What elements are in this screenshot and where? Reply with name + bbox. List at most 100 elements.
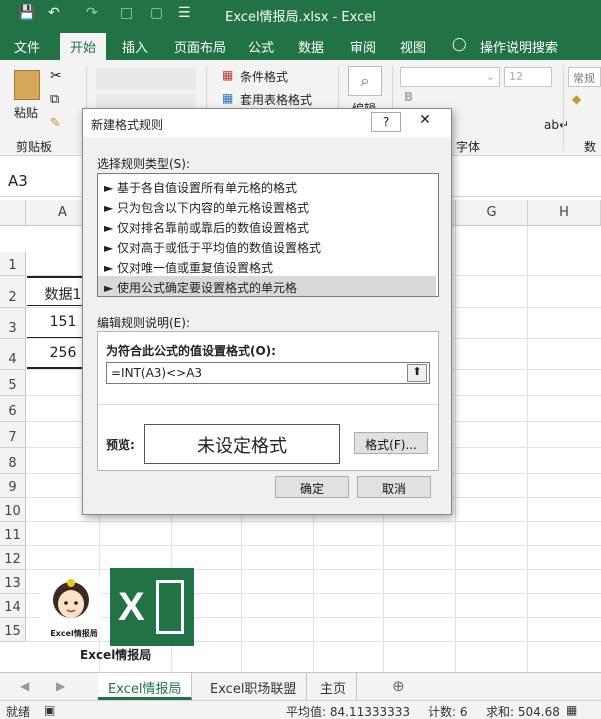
row-header[interactable]: 13 — [0, 570, 26, 594]
tab-file[interactable]: 文件 — [14, 37, 40, 56]
row-header[interactable]: 5 — [0, 370, 26, 396]
tab-home[interactable]: 开始 — [60, 33, 107, 60]
title-bar: 💾 ↶ ↷ □ ▢ ☰ Excel情报局.xlsx - Excel — [0, 0, 601, 30]
logo-caption-small: Excel情报局 — [50, 629, 98, 638]
conditional-format-icon: ▦ — [222, 68, 234, 82]
logo-caption: Excel情报局 — [80, 648, 152, 662]
window-title: Excel情报局.xlsx - Excel — [225, 10, 376, 25]
rule-type-item[interactable]: ► 只为包含以下内容的单元格设置格式 — [98, 196, 436, 216]
collapse-dialog-icon[interactable]: ⬆ — [407, 364, 427, 382]
row-header[interactable]: 8 — [0, 448, 26, 474]
row-header[interactable]: 9 — [0, 474, 26, 498]
tab-view[interactable]: 视图 — [400, 37, 426, 56]
row-header[interactable]: 3 — [0, 308, 26, 339]
row-header[interactable]: 4 — [0, 339, 26, 370]
row-header[interactable]: 15 — [0, 618, 26, 642]
format-as-table-button[interactable]: 套用表格格式 — [240, 91, 312, 108]
format-button[interactable]: 格式(F)... — [354, 432, 428, 454]
row-header[interactable]: 1 — [0, 252, 26, 276]
paste-icon[interactable] — [14, 70, 40, 100]
currency-icon[interactable]: ◆ — [572, 92, 581, 106]
row-header[interactable]: 7 — [0, 422, 26, 448]
grid-column-line — [527, 226, 528, 672]
status-count: 计数: 6 — [428, 705, 468, 719]
format-painter-icon[interactable]: ✎ — [50, 116, 61, 131]
ribbon-tab-bar: 文件 开始 插入 页面布局 公式 数据 审阅 视图 ◯ 操作说明搜索 — [0, 30, 601, 60]
name-box[interactable]: A3 — [0, 167, 85, 197]
grid-column-line — [455, 226, 456, 672]
formula-label: 为符合此公式的值设置格式(O): — [106, 344, 276, 358]
rule-type-item[interactable]: ► 仅对唯一值或重复值设置格式 — [98, 256, 436, 276]
edit-description-panel: 为符合此公式的值设置格式(O): =INT(A3)<>A3 ⬆ 预览: 未设定格… — [97, 331, 439, 471]
table-format-icon: ▦ — [222, 91, 234, 105]
tab-formulas[interactable]: 公式 — [248, 37, 274, 56]
number-format-dropdown[interactable]: 常规 — [568, 67, 601, 87]
select-all-corner[interactable] — [0, 200, 26, 226]
scroll-left-icon[interactable]: ◀ — [20, 679, 29, 693]
ribbon-divider — [563, 66, 564, 150]
rule-type-item-selected[interactable]: ► 使用公式确定要设置格式的单元格 — [98, 276, 436, 296]
cancel-button[interactable]: 取消 — [357, 476, 431, 498]
rule-type-item[interactable]: ► 基于各自值设置所有单元格的格式 — [98, 176, 436, 196]
lightbulb-icon: ◯ — [452, 37, 467, 52]
row-header[interactable]: 14 — [0, 594, 26, 618]
sheet-tab-zhichang-lianmeng[interactable]: Excel职场联盟 — [200, 673, 308, 700]
bold-icon[interactable]: B — [404, 90, 413, 104]
tell-me-search[interactable]: 操作说明搜索 — [480, 37, 558, 56]
sheet-tab-bar: ◀ ▶ Excel情报局 Excel职场联盟 主页 ⊕ — [0, 672, 601, 700]
number-group-label: 数 — [584, 140, 597, 154]
cartoon-avatar-logo: Excel情报局 — [40, 576, 102, 638]
status-mode: 就绪 — [6, 705, 31, 719]
excel-sheet-glyph — [156, 580, 184, 634]
add-sheet-icon[interactable]: ⊕ — [392, 677, 405, 695]
dialog-title: 新建格式规则 — [91, 118, 164, 132]
copy-icon[interactable]: ⧉ — [50, 92, 59, 107]
row-header[interactable]: 2 — [0, 276, 26, 308]
dialog-title-bar: 新建格式规则 ? ✕ — [83, 109, 451, 137]
find-icon[interactable]: ⌕ — [348, 66, 382, 96]
tab-review[interactable]: 审阅 — [350, 37, 376, 56]
rule-type-item[interactable]: ► 仅对排名靠前或靠后的数值设置格式 — [98, 216, 436, 236]
font-name-dropdown[interactable]: ⌄ — [400, 67, 500, 87]
formula-value: =INT(A3)<>A3 — [111, 366, 203, 380]
row-header[interactable]: 11 — [0, 522, 26, 546]
close-icon[interactable]: ✕ — [405, 112, 445, 132]
help-button[interactable]: ? — [371, 112, 401, 132]
conditional-format-button[interactable]: 条件格式 — [240, 68, 288, 85]
alignment-controls[interactable] — [96, 68, 196, 90]
status-bar: 就绪 ▣ 平均值: 84.11333333 计数: 6 求和: 504.68 ▦ — [0, 700, 601, 719]
rule-type-label: 选择规则类型(S): — [97, 157, 191, 171]
paste-button[interactable]: 粘贴 — [14, 104, 38, 121]
row-header[interactable]: 6 — [0, 396, 26, 422]
sheet-tab-home[interactable]: 主页 — [310, 673, 358, 700]
font-size-value: 12 — [509, 70, 523, 83]
tab-page-layout[interactable]: 页面布局 — [174, 37, 226, 56]
excel-x-glyph: X — [118, 585, 145, 629]
number-format-value: 常规 — [573, 72, 595, 85]
row-header[interactable]: 12 — [0, 546, 26, 570]
rule-type-item[interactable]: ► 仅对高于或低于平均值的数值设置格式 — [98, 236, 436, 256]
new-format-rule-dialog: 新建格式规则 ? ✕ 选择规则类型(S): ► 基于各自值设置所有单元格的格式 … — [82, 108, 452, 515]
formula-input[interactable]: =INT(A3)<>A3 ⬆ — [106, 362, 430, 384]
tab-insert[interactable]: 插入 — [122, 37, 148, 56]
clipboard-group-label: 剪贴板 — [16, 140, 53, 154]
chevron-down-icon: ⌄ — [485, 70, 495, 83]
macro-record-icon[interactable]: ▣ — [44, 703, 55, 717]
normal-view-icon[interactable]: ▦ — [566, 703, 577, 717]
cut-icon[interactable]: ✂ — [50, 68, 62, 84]
font-group-label: 字体 — [456, 140, 481, 154]
section-divider — [98, 404, 438, 405]
ok-button[interactable]: 确定 — [275, 476, 349, 498]
font-size-dropdown[interactable]: 12 — [504, 67, 552, 87]
tab-data[interactable]: 数据 — [298, 37, 324, 56]
column-header[interactable]: H — [528, 200, 601, 226]
edit-description-label: 编辑规则说明(E): — [97, 316, 190, 330]
rule-type-list[interactable]: ► 基于各自值设置所有单元格的格式 ► 只为包含以下内容的单元格设置格式 ► 仅… — [97, 173, 439, 297]
wrap-text-icon[interactable]: ab↵ — [544, 118, 569, 132]
column-header[interactable]: G — [456, 200, 528, 226]
scroll-right-icon[interactable]: ▶ — [56, 679, 65, 693]
excel-logo-icon: X — [110, 568, 194, 646]
row-header[interactable]: 10 — [0, 498, 26, 522]
sheet-tab-excel-qingbaoju[interactable]: Excel情报局 — [98, 673, 193, 700]
preview-label: 预览: — [106, 438, 135, 452]
